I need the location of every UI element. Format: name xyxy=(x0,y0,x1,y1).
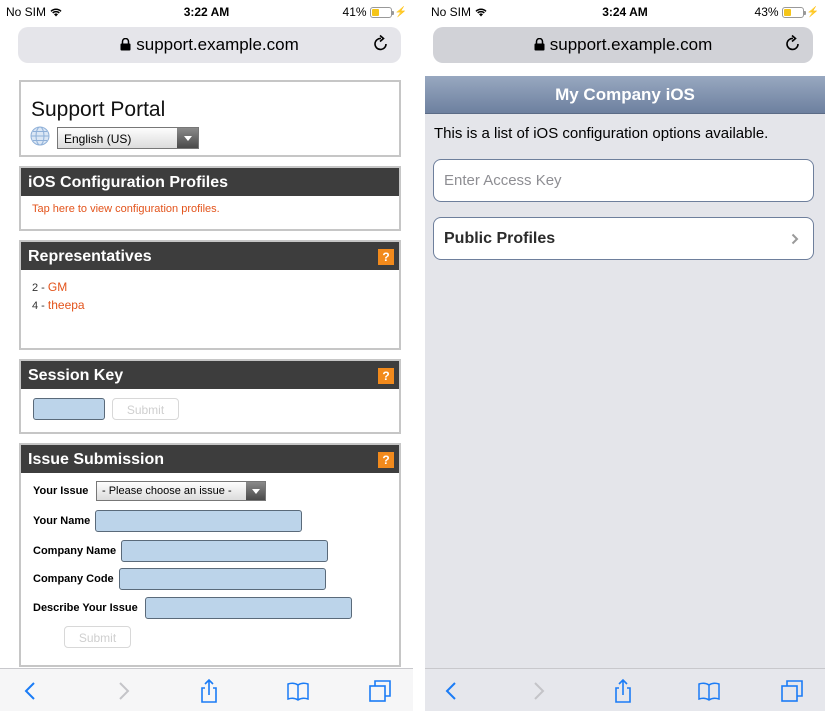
battery-fill xyxy=(783,8,792,16)
list-item: 4 - theepa xyxy=(32,298,399,312)
left-phone-screen: No SIM 3:22 AM 41% ⚡ support.example.com… xyxy=(0,0,413,711)
your-issue-label: Your Issue xyxy=(33,485,89,497)
access-key-input[interactable]: Enter Access Key xyxy=(433,159,814,202)
company-code-input[interactable] xyxy=(119,568,326,590)
rep-link[interactable]: theepa xyxy=(48,298,85,312)
globe-icon xyxy=(30,126,50,146)
help-icon[interactable]: ? xyxy=(378,452,394,468)
chevron-down-icon xyxy=(177,128,198,148)
tabs-icon[interactable] xyxy=(779,678,805,704)
battery-icon xyxy=(781,6,806,18)
describe-issue-input[interactable] xyxy=(145,597,352,619)
page-title: My Company iOS xyxy=(425,76,825,114)
rep-link[interactable]: GM xyxy=(48,280,67,294)
right-phone-screen: No SIM 3:24 AM 43% ⚡ support.example.com… xyxy=(425,0,825,711)
address-bar[interactable]: support.example.com xyxy=(18,27,401,63)
page-description: This is a list of iOS configuration opti… xyxy=(434,125,769,142)
list-item: 2 - GM xyxy=(32,280,399,294)
session-key-heading: Session Key ? xyxy=(21,361,399,389)
address-bar[interactable]: support.example.com xyxy=(433,27,813,63)
representatives-panel: Representatives ? 2 - GM 4 - theepa xyxy=(19,240,401,350)
company-code-label: Company Code xyxy=(33,573,114,585)
session-key-title: Session Key xyxy=(28,367,124,384)
status-bar: No SIM 3:22 AM 41% ⚡ xyxy=(0,0,413,22)
forward-icon[interactable] xyxy=(525,678,551,704)
session-key-panel: Session Key ? Submit xyxy=(19,359,401,434)
rep-prefix: 2 - xyxy=(32,282,48,294)
lock-icon xyxy=(120,38,131,51)
issue-select[interactable]: - Please choose an issue - xyxy=(96,481,266,501)
reload-icon[interactable] xyxy=(373,34,389,52)
share-icon[interactable] xyxy=(196,678,222,704)
ios-profiles-heading: iOS Configuration Profiles xyxy=(21,168,399,196)
company-name-input[interactable] xyxy=(121,540,328,562)
status-bar: No SIM 3:24 AM 43% ⚡ xyxy=(425,0,825,22)
view-profiles-link[interactable]: Tap here to view configuration profiles. xyxy=(21,196,399,215)
battery-status: 43% ⚡ xyxy=(755,5,819,19)
forward-icon[interactable] xyxy=(110,678,136,704)
battery-percent: 41% xyxy=(342,5,367,19)
reload-icon[interactable] xyxy=(785,34,801,52)
url-display: support.example.com xyxy=(433,35,813,55)
support-portal-panel: Support Portal English (US) xyxy=(19,80,401,157)
issue-submission-title: Issue Submission xyxy=(28,451,165,468)
share-icon[interactable] xyxy=(610,678,636,704)
help-icon[interactable]: ? xyxy=(378,249,394,265)
chevron-right-icon xyxy=(791,233,799,245)
issue-select-value: - Please choose an issue - xyxy=(102,485,232,497)
your-name-label: Your Name xyxy=(33,515,91,527)
battery-status: 41% ⚡ xyxy=(343,5,407,19)
url-display: support.example.com xyxy=(18,35,401,55)
charging-icon: ⚡ xyxy=(806,6,819,18)
issue-submit-button[interactable]: Submit xyxy=(64,626,131,648)
issue-submission-panel: Issue Submission ? Your Issue - Please c… xyxy=(19,443,401,667)
chevron-down-icon xyxy=(246,482,265,500)
public-profiles-row[interactable]: Public Profiles xyxy=(433,217,814,260)
back-icon[interactable] xyxy=(18,678,44,704)
rep-prefix: 4 - xyxy=(32,300,48,312)
bookmarks-icon[interactable] xyxy=(285,678,311,704)
charging-icon: ⚡ xyxy=(394,6,407,18)
your-name-input[interactable] xyxy=(95,510,302,532)
describe-issue-label: Describe Your Issue xyxy=(33,602,138,614)
browser-toolbar xyxy=(0,668,413,711)
representatives-title: Representatives xyxy=(28,248,152,265)
language-value: English (US) xyxy=(64,132,132,146)
screenshot-root: No SIM 3:22 AM 41% ⚡ support.example.com… xyxy=(0,0,825,711)
session-submit-button[interactable]: Submit xyxy=(112,398,179,420)
representatives-list: 2 - GM 4 - theepa xyxy=(21,270,399,312)
battery-percent: 43% xyxy=(754,5,779,19)
public-profiles-label: Public Profiles xyxy=(444,230,556,247)
ios-profiles-panel: iOS Configuration Profiles Tap here to v… xyxy=(19,166,401,231)
battery-icon xyxy=(369,6,394,18)
tabs-icon[interactable] xyxy=(367,678,393,704)
session-key-input[interactable] xyxy=(33,398,105,420)
back-icon[interactable] xyxy=(439,678,465,704)
issue-submission-heading: Issue Submission ? xyxy=(21,445,399,473)
url-text: support.example.com xyxy=(136,35,299,54)
help-icon[interactable]: ? xyxy=(378,368,394,384)
company-name-label: Company Name xyxy=(33,545,117,557)
bookmarks-icon[interactable] xyxy=(696,678,722,704)
url-text: support.example.com xyxy=(549,35,713,54)
portal-title: Support Portal xyxy=(31,98,166,121)
lock-icon xyxy=(534,38,545,51)
battery-fill xyxy=(371,8,379,16)
representatives-heading: Representatives ? xyxy=(21,242,399,270)
issue-form: Your Issue - Please choose an issue - Yo… xyxy=(21,475,399,665)
language-select[interactable]: English (US) xyxy=(57,127,199,149)
browser-toolbar xyxy=(425,668,825,711)
